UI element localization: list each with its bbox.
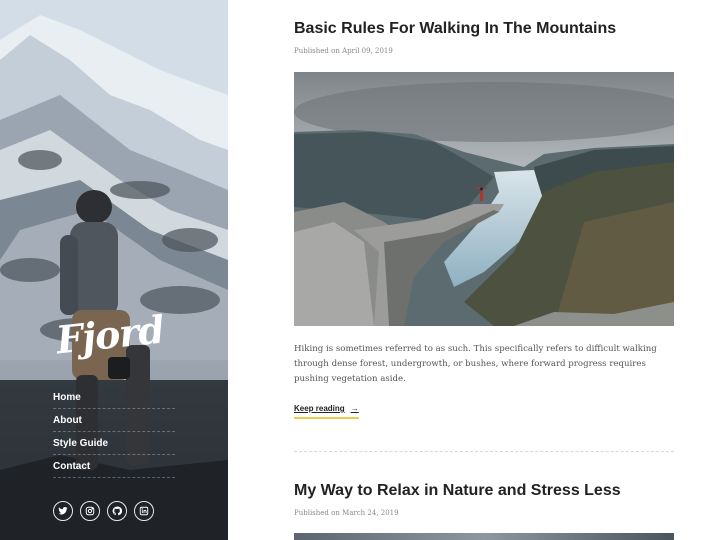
nav-link-about[interactable]: About bbox=[53, 415, 82, 426]
post-1-excerpt: Hiking is sometimes referred to as such.… bbox=[294, 344, 657, 384]
post-2-date: Published on March 24, 2019 bbox=[294, 509, 399, 517]
nav-link-contact[interactable]: Contact bbox=[53, 461, 90, 472]
nav-item-home: Home bbox=[53, 386, 175, 409]
post-divider bbox=[294, 451, 674, 452]
keep-reading-label: Keep reading bbox=[294, 404, 345, 413]
post-2-title[interactable]: My Way to Relax in Nature and Stress Les… bbox=[294, 482, 621, 500]
arrow-right-icon: → bbox=[350, 404, 359, 413]
nav-link-home[interactable]: Home bbox=[53, 392, 81, 403]
post-1-title[interactable]: Basic Rules For Walking In The Mountains bbox=[294, 20, 616, 38]
twitter-icon[interactable] bbox=[53, 501, 73, 521]
post-1-image[interactable] bbox=[294, 72, 674, 326]
main-nav: Home About Style Guide Contact bbox=[53, 386, 175, 478]
github-icon[interactable] bbox=[107, 501, 127, 521]
nav-item-about: About bbox=[53, 409, 175, 432]
post-1-date: Published on April 09, 2019 bbox=[294, 47, 393, 55]
social-links bbox=[53, 501, 154, 521]
keep-reading-link[interactable]: Keep reading → bbox=[294, 404, 359, 419]
sidebar: Fjord Home About Style Guide Contact bbox=[0, 0, 228, 540]
post-2-image[interactable] bbox=[294, 533, 674, 540]
nav-item-style-guide: Style Guide bbox=[53, 432, 175, 455]
linkedin-icon[interactable] bbox=[134, 501, 154, 521]
nav-item-contact: Contact bbox=[53, 455, 175, 478]
nav-link-style-guide[interactable]: Style Guide bbox=[53, 438, 108, 449]
instagram-icon[interactable] bbox=[80, 501, 100, 521]
